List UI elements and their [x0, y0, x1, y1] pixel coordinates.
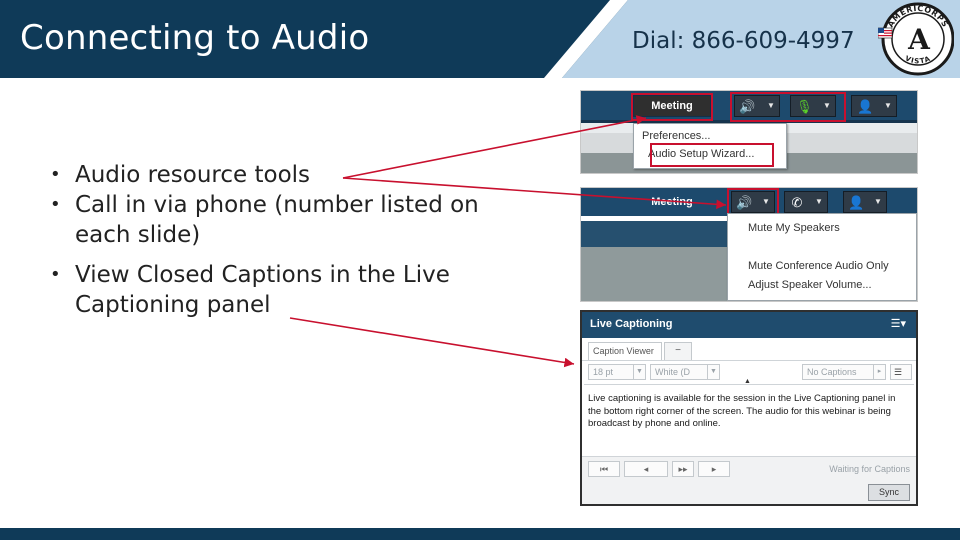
fast-forward-button[interactable]: ▸▸	[672, 461, 694, 477]
bullet-text-cont: each slide)	[75, 222, 201, 248]
sync-button[interactable]: Sync	[868, 484, 910, 501]
panel-title: Live Captioning	[590, 318, 673, 330]
next-button[interactable]: ▸	[698, 461, 730, 477]
meeting-menu-button[interactable]: Meeting	[633, 191, 711, 213]
highlight-box	[727, 188, 779, 216]
bullet-dot: •	[50, 264, 61, 285]
highlight-box	[631, 93, 713, 121]
screenshot-live-captioning: Live Captioning ☰▾ Caption Viewer − 18 p…	[580, 310, 918, 506]
menu-item-mute-speakers[interactable]: Mute My Speakers	[748, 222, 840, 234]
page-title: Connecting to Audio	[20, 18, 370, 58]
dial-number: Dial: 866-609-4997	[632, 28, 855, 54]
bullet-dot: •	[50, 194, 61, 215]
panel-titlebar: Live Captioning ☰▾	[582, 312, 916, 338]
presenter-control[interactable]: 👤 ▼	[843, 191, 887, 213]
flag-icon	[878, 27, 893, 39]
font-size-select[interactable]: 18 pt ▼	[588, 364, 646, 380]
captions-value: No Captions	[807, 367, 857, 377]
caption-text-area: Live captioning is available for the ses…	[584, 384, 914, 466]
bullet-list: • Audio resource tools • Call in via pho…	[48, 160, 518, 330]
menu-item-mute-conference[interactable]: Mute Conference Audio Only	[748, 260, 889, 272]
first-button[interactable]: ⏮	[588, 461, 620, 477]
bullet-text: Call in via phone (number listed on	[75, 192, 479, 218]
screenshot-meeting-menu: Meeting 🔊 ▼ 🎙 ▼ 👤 ▼ Preferences... Audio…	[580, 90, 918, 174]
chevron-down-icon[interactable]: ▸	[873, 365, 885, 379]
screenshot-speaker-menu: Meeting 🔊 ▼ ✆ ▼ 👤 ▼ Mute My Speakers Mut…	[580, 187, 918, 302]
tab-row: Caption Viewer −	[582, 338, 916, 360]
americorps-vista-logo: AMERICORPS VISTA A	[878, 2, 954, 76]
chevron-down-icon[interactable]: ▼	[707, 365, 719, 379]
person-icon[interactable]: 👤	[857, 99, 873, 115]
previous-button[interactable]: ◂	[624, 461, 668, 477]
highlight-box	[650, 143, 774, 167]
menu-item-preferences[interactable]: Preferences...	[634, 130, 710, 142]
bullet-text: Audio resource tools	[75, 162, 311, 188]
chevron-down-icon[interactable]: ▼	[872, 194, 884, 210]
sync-row: Sync	[582, 482, 916, 504]
captions-select[interactable]: No Captions ▸	[802, 364, 886, 380]
highlight-box	[730, 92, 846, 122]
phone-control[interactable]: ✆ ▼	[784, 191, 828, 213]
list-options-icon[interactable]: ☰	[890, 364, 912, 380]
panel-menu-icon[interactable]: ☰▾	[891, 317, 906, 330]
color-select[interactable]: White (D ▼	[650, 364, 720, 380]
bullet-text-cont: Captioning panel	[75, 292, 271, 318]
presenter-control[interactable]: 👤 ▼	[851, 95, 897, 117]
bullet-item: • Call in via phone (number listed on ea…	[48, 190, 518, 250]
tab-add[interactable]: −	[664, 342, 692, 360]
footer-band	[0, 528, 960, 540]
caption-text: Live captioning is available for the ses…	[588, 393, 896, 429]
chevron-down-icon[interactable]: ▼	[633, 365, 645, 379]
chevron-down-icon[interactable]: ▼	[882, 98, 894, 114]
bullet-item: • View Closed Captions in the Live Capti…	[48, 260, 518, 320]
logo-letter: A	[907, 23, 931, 56]
bullet-item: • Audio resource tools	[48, 160, 518, 190]
bullet-dot: •	[50, 164, 61, 185]
status-text: Waiting for Captions	[829, 464, 910, 474]
person-icon[interactable]: 👤	[848, 195, 864, 211]
font-size-value: 18 pt	[593, 367, 614, 377]
caption-navigation: ⏮ ◂ ▸▸ ▸ Waiting for Captions	[582, 456, 916, 482]
color-value: White (D	[655, 367, 691, 377]
chevron-down-icon[interactable]: ▼	[813, 194, 825, 210]
speaker-dropdown: Mute My Speakers Mute Conference Audio O…	[727, 213, 917, 301]
phone-icon[interactable]: ✆	[789, 195, 805, 211]
menu-item-adjust-volume[interactable]: Adjust Speaker Volume...	[748, 279, 872, 291]
bullet-text: View Closed Captions in the Live	[75, 262, 450, 288]
tab-caption-viewer[interactable]: Caption Viewer	[588, 342, 662, 360]
